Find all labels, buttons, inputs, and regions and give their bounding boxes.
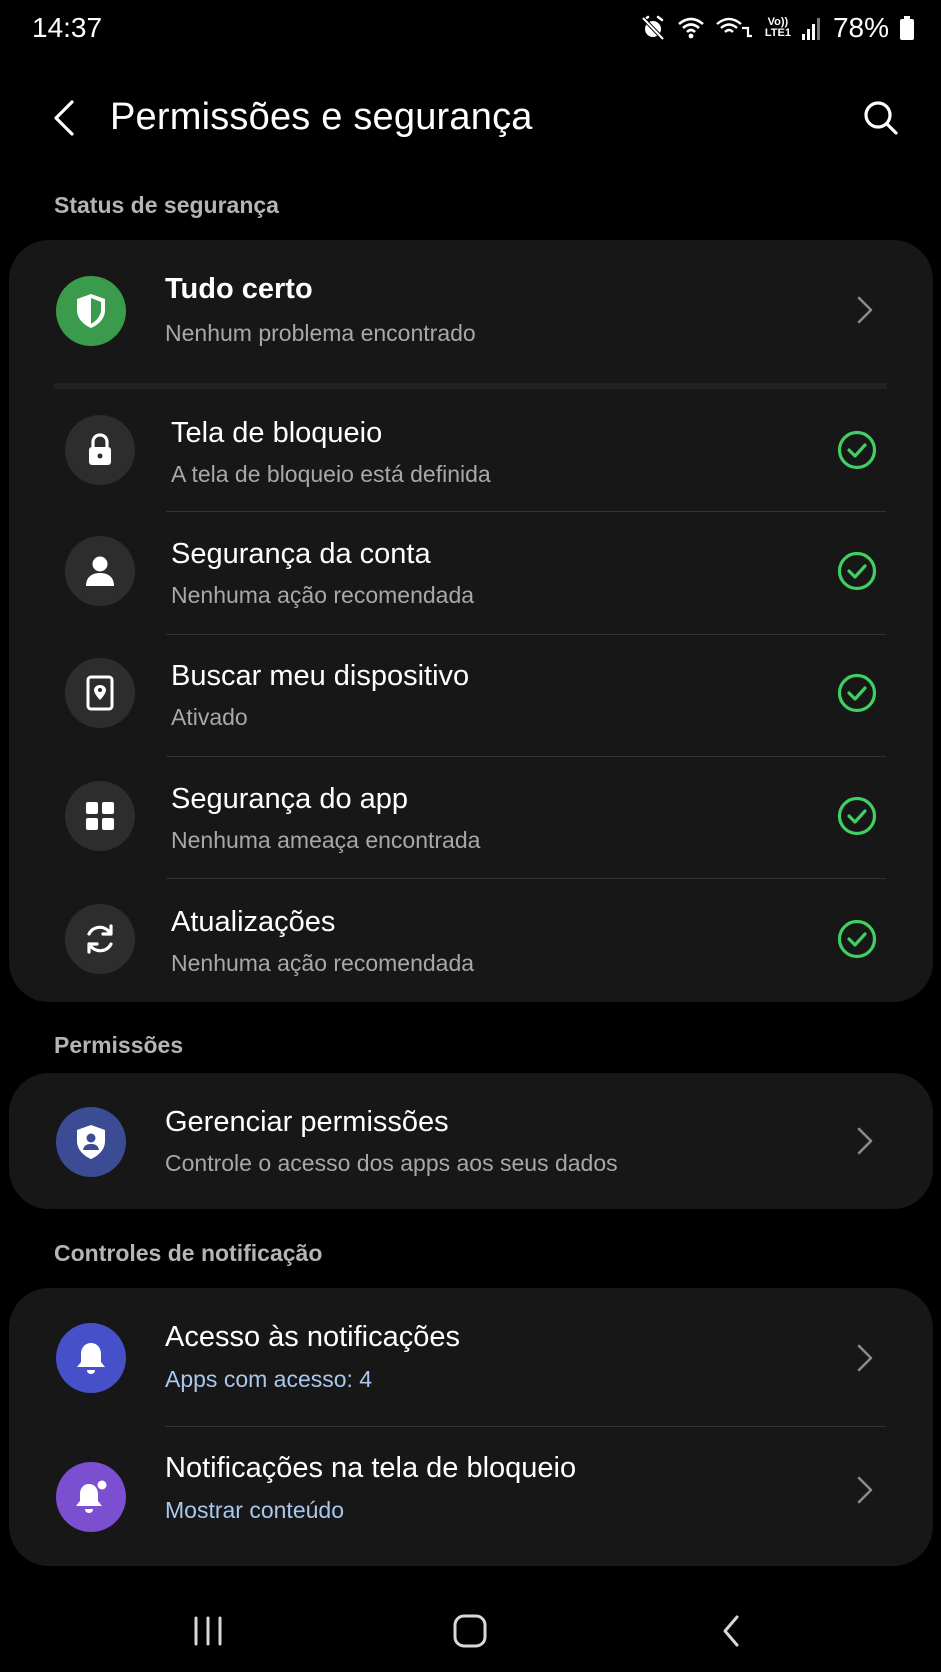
bell-icon <box>56 1323 126 1393</box>
chevron-right-icon <box>853 1472 877 1508</box>
nav-back-button[interactable] <box>691 1596 771 1666</box>
lock-icon <box>65 415 135 485</box>
volte-lte-indicator: Vo)) LTE1 <box>764 16 791 39</box>
manage-permissions-title: Gerenciar permissões <box>165 1106 449 1138</box>
app-security-subtitle: Nenhuma ameaça encontrada <box>171 827 481 853</box>
security-item-lock-screen[interactable]: Tela de bloqueio A tela de bloqueio está… <box>9 389 933 511</box>
recent-apps-button[interactable] <box>168 1596 248 1666</box>
apps-grid-icon <box>65 781 135 851</box>
account-security-subtitle: Nenhuma ação recomendada <box>171 582 475 608</box>
bell-badge-icon <box>56 1462 126 1532</box>
find-device-icon <box>65 658 135 728</box>
app-bar: Permissões e segurança <box>0 80 941 158</box>
recent-apps-icon <box>194 1616 222 1646</box>
security-item-updates[interactable]: Atualizações Nenhuma ação recomendada <box>9 879 933 1002</box>
wifi-icon <box>678 17 704 39</box>
check-circle-icon <box>837 551 877 591</box>
page-title: Permissões e segurança <box>110 96 533 138</box>
signal-icon <box>801 18 820 40</box>
battery-percent: 78% <box>832 12 889 43</box>
shield-icon <box>56 276 126 346</box>
updates-subtitle: Nenhuma ação recomendada <box>171 950 475 976</box>
chevron-right-icon <box>853 1123 877 1159</box>
status-bar: 14:37 Vo)) LTE1 78% <box>0 0 941 58</box>
lock-screen-notifications-title: Notificações na tela de bloqueio <box>165 1452 577 1484</box>
section-header-notification-controls: Controles de notificação <box>54 1240 323 1266</box>
security-summary-title: Tudo certo <box>165 273 313 305</box>
lock-screen-notifications-row[interactable]: Notificações na tela de bloqueio Mostrar… <box>9 1427 933 1566</box>
security-item-account[interactable]: Segurança da conta Nenhuma ação recomend… <box>9 512 933 634</box>
lock-screen-title: Tela de bloqueio <box>171 417 383 449</box>
find-device-title: Buscar meu dispositivo <box>171 660 470 692</box>
security-status-card: Tudo certo Nenhum problema encontrado Te… <box>9 240 933 1002</box>
permissions-card: Gerenciar permissões Controle o acesso d… <box>9 1073 933 1209</box>
nav-back-icon <box>723 1615 739 1647</box>
app-security-title: Segurança do app <box>171 783 409 815</box>
check-circle-icon <box>837 430 877 470</box>
check-circle-icon <box>837 673 877 713</box>
status-time: 14:37 <box>32 12 103 43</box>
permission-shield-icon <box>56 1107 126 1177</box>
search-icon <box>864 101 898 135</box>
chevron-right-icon <box>853 292 877 328</box>
home-button[interactable] <box>430 1596 510 1666</box>
alarm-muted-icon <box>641 15 665 41</box>
notification-access-row[interactable]: Acesso às notificações Apps com acesso: … <box>9 1288 933 1426</box>
status-icons: Vo)) LTE1 78% <box>639 12 915 44</box>
back-button[interactable] <box>40 94 88 142</box>
person-icon <box>65 536 135 606</box>
security-summary-row[interactable]: Tudo certo Nenhum problema encontrado <box>9 240 933 378</box>
lock-screen-subtitle: A tela de bloqueio está definida <box>171 461 491 487</box>
battery-icon <box>900 16 914 40</box>
notification-access-title: Acesso às notificações <box>165 1321 460 1353</box>
lock-screen-notifications-subtitle: Mostrar conteúdo <box>165 1497 344 1523</box>
manage-permissions-row[interactable]: Gerenciar permissões Controle o acesso d… <box>9 1073 933 1209</box>
chevron-right-icon <box>853 1340 877 1376</box>
refresh-icon <box>65 904 135 974</box>
notification-controls-card: Acesso às notificações Apps com acesso: … <box>9 1288 933 1566</box>
check-circle-icon <box>837 796 877 836</box>
security-summary-subtitle: Nenhum problema encontrado <box>165 320 476 346</box>
manage-permissions-subtitle: Controle o acesso dos apps aos seus dado… <box>165 1150 618 1176</box>
updates-title: Atualizações <box>171 906 336 938</box>
account-security-title: Segurança da conta <box>171 538 431 570</box>
section-header-permissions: Permissões <box>54 1032 184 1058</box>
home-icon <box>453 1614 487 1648</box>
security-item-app-security[interactable]: Segurança do app Nenhuma ameaça encontra… <box>9 757 933 879</box>
check-circle-icon <box>837 919 877 959</box>
find-device-subtitle: Ativado <box>171 704 248 730</box>
navigation-bar <box>0 1596 941 1672</box>
wifi-calling-icon <box>716 17 752 38</box>
notification-access-subtitle: Apps com acesso: 4 <box>165 1366 373 1392</box>
security-item-find-device[interactable]: Buscar meu dispositivo Ativado <box>9 635 933 757</box>
back-arrow-icon <box>54 100 74 136</box>
search-button[interactable] <box>855 92 907 144</box>
section-header-security-status: Status de segurança <box>54 192 279 218</box>
